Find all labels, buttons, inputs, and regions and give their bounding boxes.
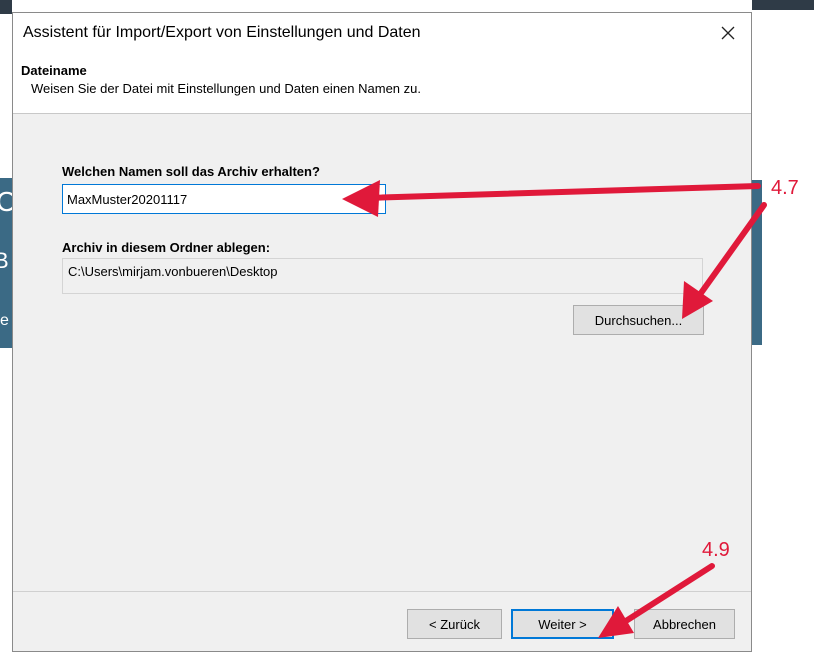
- close-icon: [721, 26, 735, 40]
- background-window-right: [752, 0, 814, 648]
- close-button[interactable]: [705, 13, 751, 53]
- background-letter: e: [0, 312, 9, 329]
- dialog-title: Assistent für Import/Export von Einstell…: [23, 24, 421, 41]
- import-export-wizard-dialog: Assistent für Import/Export von Einstell…: [12, 12, 752, 652]
- next-button[interactable]: Weiter >: [511, 609, 614, 639]
- archive-folder-label: Archiv in diesem Ordner ablegen:: [62, 240, 271, 255]
- back-button[interactable]: < Zurück: [407, 609, 502, 639]
- title-bar: Assistent für Import/Export von Einstell…: [13, 13, 751, 55]
- footer-divider: [13, 591, 751, 592]
- page-title: Dateiname: [21, 63, 87, 78]
- wizard-header: Dateiname Weisen Sie der Datei mit Einst…: [13, 55, 751, 114]
- browse-button[interactable]: Durchsuchen...: [573, 305, 704, 335]
- background-band: [752, 180, 762, 345]
- cancel-button[interactable]: Abbrechen: [634, 609, 735, 639]
- background-band: [752, 0, 814, 10]
- page-subtitle: Weisen Sie der Datei mit Einstellungen u…: [31, 81, 421, 96]
- background-window-left: C B e: [0, 0, 16, 648]
- archive-folder-field: C:\Users\mirjam.vonbueren\Desktop: [62, 258, 703, 294]
- archive-name-label: Welchen Namen soll das Archiv erhalten?: [62, 164, 320, 179]
- background-letter: B: [0, 248, 9, 273]
- annotation-step-label: 4.7: [771, 177, 799, 199]
- background-band: [0, 0, 12, 14]
- annotation-step-label: 4.9: [702, 539, 730, 561]
- archive-name-input[interactable]: [62, 184, 386, 214]
